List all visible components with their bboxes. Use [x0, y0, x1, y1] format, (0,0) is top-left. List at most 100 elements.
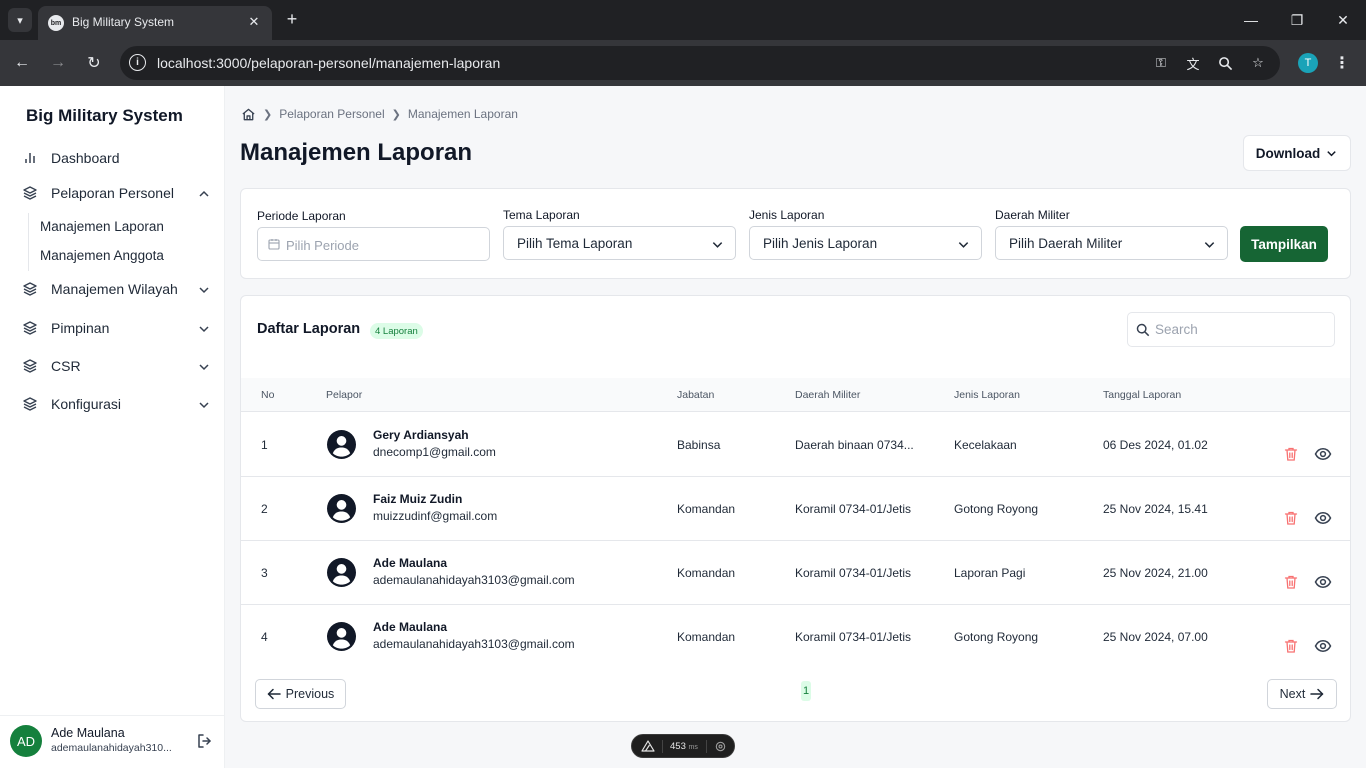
tema-label: Tema Laporan: [503, 208, 580, 222]
user-avatar-icon: [327, 558, 356, 587]
translate-icon[interactable]: 文: [1183, 53, 1203, 73]
chevron-down-icon: [711, 238, 724, 251]
eye-icon[interactable]: [1314, 574, 1332, 590]
eye-icon[interactable]: [1314, 638, 1332, 654]
sidebar-subitem-manajemen-anggota[interactable]: Manajemen Anggota: [40, 248, 164, 263]
column-header-no: No: [261, 389, 275, 401]
chevron-up-icon[interactable]: [197, 187, 211, 201]
cell-tanggal-laporan: 25 Nov 2024, 21.00: [1103, 566, 1208, 580]
framework-logo-icon: [641, 740, 655, 752]
divider: [662, 740, 663, 753]
reporter-email: ademaulanahidayah3103@gmail.com: [373, 573, 575, 587]
sidebar-item-pimpinan[interactable]: Pimpinan: [0, 313, 225, 343]
cell-jenis-laporan: Kecelakaan: [954, 438, 1017, 452]
breadcrumb: ❯ Pelaporan Personel ❯ Manajemen Laporan: [241, 106, 518, 122]
tab-search-dropdown-icon[interactable]: ▾: [8, 8, 32, 32]
breadcrumb-item[interactable]: Pelaporan Personel: [279, 107, 384, 121]
sidebar-item-dashboard[interactable]: Dashboard: [0, 143, 225, 173]
filter-panel: Periode Laporan Pilih Periode Tema Lapor…: [240, 188, 1351, 279]
tema-select-value: Pilih Tema Laporan: [517, 236, 633, 251]
periode-date-input[interactable]: Pilih Periode: [257, 227, 490, 261]
trash-icon[interactable]: [1283, 574, 1299, 590]
page-title: Manajemen Laporan: [240, 139, 473, 166]
reporter-email: ademaulanahidayah3103@gmail.com: [373, 637, 575, 651]
minimize-icon[interactable]: —: [1239, 8, 1263, 32]
user-avatar-icon: [327, 430, 356, 459]
previous-button[interactable]: Previous: [255, 679, 346, 709]
user-avatar-icon: [327, 494, 356, 523]
tema-select[interactable]: Pilih Tema Laporan: [503, 226, 736, 260]
chevron-down-icon[interactable]: [197, 322, 211, 336]
url-text[interactable]: localhost:3000/pelaporan-personel/manaje…: [157, 55, 500, 71]
next-button[interactable]: Next: [1267, 679, 1337, 709]
trash-icon[interactable]: [1283, 510, 1299, 526]
settings-icon[interactable]: [714, 740, 727, 753]
cell-tanggal-laporan: 25 Nov 2024, 07.00: [1103, 630, 1208, 644]
close-window-icon[interactable]: ✕: [1331, 8, 1355, 32]
sidebar: Big Military System Dashboard Pelaporan …: [0, 86, 225, 768]
report-list-card: Daftar Laporan 4 Laporan Search No Pelap…: [240, 295, 1351, 722]
sidebar-item-label: Pimpinan: [51, 320, 110, 336]
reload-icon[interactable]: ↻: [82, 51, 106, 75]
zoom-icon[interactable]: [1215, 53, 1235, 73]
column-header-jenis-laporan: Jenis Laporan: [954, 389, 1020, 401]
download-button[interactable]: Download: [1243, 135, 1351, 171]
dev-tools-indicator[interactable]: 453 ms: [631, 734, 735, 758]
password-key-icon[interactable]: ⚿: [1151, 53, 1171, 73]
address-bar[interactable]: i localhost:3000/pelaporan-personel/mana…: [120, 46, 1280, 80]
column-header-tanggal-laporan: Tanggal Laporan: [1103, 389, 1182, 401]
home-icon[interactable]: [241, 107, 256, 122]
logout-icon[interactable]: [195, 732, 213, 750]
jenis-select[interactable]: Pilih Jenis Laporan: [749, 226, 982, 260]
tampilkan-button[interactable]: Tampilkan: [1240, 226, 1328, 262]
daerah-select[interactable]: Pilih Daerah Militer: [995, 226, 1228, 260]
browser-tab[interactable]: bm Big Military System ✕: [38, 6, 272, 40]
new-tab-icon[interactable]: +: [282, 9, 302, 29]
chevron-right-icon: ❯: [263, 108, 273, 121]
sidebar-item-label: Manajemen Wilayah: [51, 281, 178, 297]
bar-chart-icon: [22, 150, 38, 166]
browser-tab-bar: ▾ bm Big Military System ✕ + — ❐ ✕: [0, 0, 1366, 40]
layers-icon: [22, 185, 38, 201]
sidebar-item-konfigurasi[interactable]: Konfigurasi: [0, 389, 225, 419]
layers-icon: [22, 320, 38, 336]
layers-icon: [22, 358, 38, 374]
chevron-down-icon[interactable]: [197, 283, 211, 297]
chevron-down-icon[interactable]: [197, 360, 211, 374]
browser-menu-icon[interactable]: ⋮: [1334, 51, 1350, 75]
sidebar-item-pelaporan-personel[interactable]: Pelaporan Personel: [0, 178, 225, 208]
reporter-name: Ade Maulana: [373, 620, 448, 634]
column-header-pelapor: Pelapor: [326, 389, 363, 401]
divider: [706, 740, 707, 753]
next-label: Next: [1279, 687, 1306, 701]
user-profile[interactable]: AD Ade Maulana ademaulanahidayah310...: [0, 715, 224, 768]
site-info-icon[interactable]: i: [129, 54, 146, 71]
user-email: ademaulanahidayah310...: [51, 742, 172, 754]
reporter-name: Ade Maulana: [373, 556, 448, 570]
forward-icon[interactable]: →: [46, 51, 70, 75]
eye-icon[interactable]: [1314, 510, 1332, 526]
sidebar-item-csr[interactable]: CSR: [0, 351, 225, 381]
back-icon[interactable]: ←: [10, 51, 34, 75]
restore-icon[interactable]: ❐: [1285, 8, 1309, 32]
previous-label: Previous: [285, 687, 335, 701]
jenis-select-value: Pilih Jenis Laporan: [763, 236, 878, 251]
close-tab-icon[interactable]: ✕: [244, 12, 264, 32]
chevron-down-icon[interactable]: [197, 398, 211, 412]
profile-avatar[interactable]: T: [1298, 53, 1318, 73]
search-input[interactable]: Search: [1127, 312, 1335, 347]
sidebar-item-label: Dashboard: [51, 150, 120, 166]
trash-icon[interactable]: [1283, 446, 1299, 462]
layers-icon: [22, 281, 38, 297]
sidebar-item-manajemen-wilayah[interactable]: Manajemen Wilayah: [0, 274, 225, 304]
chevron-down-icon: [1325, 147, 1338, 160]
eye-icon[interactable]: [1314, 446, 1332, 462]
search-placeholder: Search: [1155, 322, 1198, 337]
page-number-current[interactable]: 1: [801, 681, 811, 701]
breadcrumb-item-current: Manajemen Laporan: [407, 107, 518, 121]
sidebar-subitem-manajemen-laporan[interactable]: Manajemen Laporan: [40, 219, 164, 234]
table-header: No Pelapor Jabatan Daerah Militer Jenis …: [241, 378, 1350, 412]
trash-icon[interactable]: [1283, 638, 1299, 654]
bookmark-star-icon[interactable]: ☆: [1248, 53, 1268, 73]
cell-jabatan: Komandan: [677, 630, 736, 644]
